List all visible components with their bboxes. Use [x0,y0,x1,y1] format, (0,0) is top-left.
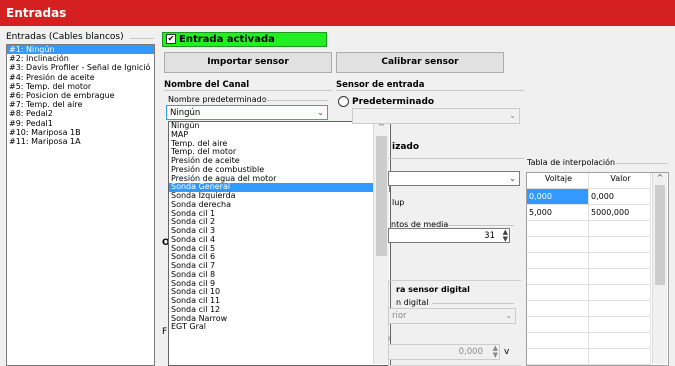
inputs-list-label: Entradas (Cables blancos) [6,32,124,42]
predeterminado-label: Predeterminado [352,97,435,107]
table-cell[interactable] [527,221,589,237]
input-list-item[interactable]: #1: Ningún [7,45,154,55]
input-list-item[interactable]: #2: Inclinación [7,54,154,63]
calibrate-sensor-button[interactable]: Calibrar sensor [336,52,504,73]
input-active-checkbox[interactable]: ✔ Entrada activada [162,32,327,47]
input-list-item[interactable]: #7: Temp. del aire [7,100,154,109]
voltage-value: 0,000 [458,347,483,357]
table-cell[interactable] [527,301,589,317]
table-cell[interactable] [589,317,651,333]
radio-icon[interactable] [338,96,349,107]
digital-sensor-title: ra sensor digital [396,285,470,294]
sensor-input-title: Sensor de entrada [336,80,425,90]
channel-dropdown-list[interactable]: Ningún MAP Temp. del aire Temp. del motor Pr… [168,121,391,366]
table-cell[interactable] [589,349,651,365]
dropdown-scrollbar[interactable]: ^ [373,122,389,364]
scroll-thumb[interactable] [376,136,387,256]
digital-label: n digital [396,298,429,307]
table-cell[interactable] [589,253,651,269]
table-cell[interactable] [589,285,651,301]
chevron-down-icon[interactable]: ⌄ [505,309,512,323]
personalizado-label: izado [392,142,420,152]
avg-points-value: 31 [484,231,495,241]
chevron-down-icon[interactable]: ⌄ [509,109,516,123]
group-divider [616,163,668,164]
digital-combo[interactable]: rior ⌄ [388,308,516,324]
partial-group-label: F [162,327,168,337]
scroll-thumb[interactable] [655,185,665,285]
voltage-unit: v [504,347,510,357]
group-divider [388,158,524,159]
table-cell[interactable] [527,269,589,285]
spinner-arrows-icon[interactable]: ▲ ▼ [493,345,498,359]
interp-table-label: Tabla de interpolación [527,158,616,167]
input-list-item[interactable]: #4: Presión de aceite [7,73,154,82]
table-cell[interactable] [527,237,589,253]
table-cell[interactable] [589,333,651,349]
input-list-item[interactable]: #3: Davis Profiler - Señal de Ignició [7,63,154,72]
table-cell[interactable] [527,349,589,365]
table-cell[interactable] [527,333,589,349]
table-cell[interactable] [589,237,651,253]
chevron-up-icon[interactable]: ^ [653,173,667,182]
table-cell[interactable] [589,221,651,237]
input-list-item[interactable]: #9: Pedal1 [7,119,154,128]
voltage-spinner[interactable]: 0,000 ▲ ▼ [388,344,500,360]
table-scrollbar[interactable]: ^ [652,173,667,364]
spinner-arrows-icon[interactable]: ▲ ▼ [503,229,508,243]
predeterminado-radio[interactable]: Predeterminado [338,96,434,107]
group-divider [336,90,524,91]
default-name-value: Ningún [170,108,201,118]
avg-points-spinner[interactable]: 31 ▲ ▼ [388,228,510,243]
table-cell[interactable] [589,269,651,285]
table-cell[interactable]: 5,000 [527,205,589,221]
table-cell[interactable] [589,301,651,317]
channel-option[interactable]: EGT Gral [169,322,390,332]
channel-name-title: Nombre del Canal [164,80,250,90]
chevron-down-icon[interactable]: ⌄ [317,106,324,120]
table-cell[interactable]: 0,000 [527,189,589,205]
voltage-label: r [388,334,392,343]
input-active-label: Entrada activada [179,34,275,45]
group-divider [262,100,328,101]
pullup-label: lup [392,198,405,207]
default-name-label: Nombre predeterminado [168,95,267,104]
digital-value: rior [392,311,407,321]
sensor-default-combo[interactable]: ⌄ [352,108,520,124]
group-divider [448,225,514,226]
input-list-item[interactable]: #10: Mariposa 1B [7,128,154,137]
table-header: Voltaje [527,173,589,189]
checkbox-check-icon[interactable]: ✔ [166,34,176,44]
input-list-item[interactable]: #5: Temp. del motor [7,82,154,91]
table-cell[interactable] [527,317,589,333]
input-list-item[interactable]: #6: Posicion de embrague [7,91,154,100]
table-cell[interactable]: 5000,000 [589,205,651,221]
inputs-listbox[interactable]: #1: Ningún #2: Inclinación #3: Davis Profi… [6,44,155,366]
group-divider [432,303,514,304]
input-list-item[interactable]: #8: Pedal2 [7,109,154,118]
chevron-down-icon[interactable]: ⌄ [509,172,516,186]
table-cell[interactable] [527,253,589,269]
sensor-type-combo[interactable]: ⌄ [388,171,520,186]
input-list-item[interactable]: #11: Mariposa 1A [7,137,154,146]
interp-table[interactable]: Voltaje Valor 0,000 0,000 5,000 5000,000 [526,172,669,366]
import-sensor-button[interactable]: Importar sensor [164,52,332,73]
table-header: Valor [589,173,651,189]
window-title: Entradas [6,6,67,20]
group-divider [164,90,332,91]
table-cell[interactable]: 0,000 [589,189,651,205]
default-name-combo[interactable]: Ningún ⌄ [166,105,328,120]
title-bar: Entradas [0,0,675,26]
group-divider [130,38,154,39]
table-cell[interactable] [527,285,589,301]
